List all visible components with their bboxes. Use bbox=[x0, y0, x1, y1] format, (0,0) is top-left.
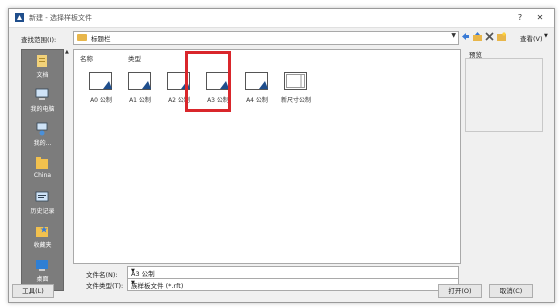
column-header-name[interactable]: 名称 bbox=[80, 53, 93, 63]
place-label: 我的... bbox=[33, 140, 52, 147]
views-chevron-down-icon[interactable]: ▼ bbox=[544, 33, 548, 39]
custom-size-template-icon bbox=[284, 72, 307, 90]
delete-icon[interactable] bbox=[485, 32, 494, 41]
place-china[interactable]: China bbox=[22, 154, 63, 192]
chevron-down-icon[interactable]: ▼ bbox=[131, 280, 456, 286]
help-button[interactable]: ? bbox=[514, 12, 526, 24]
place-label: 我的电脑 bbox=[30, 106, 55, 113]
preview-pane bbox=[465, 58, 543, 132]
tools-button[interactable]: 工具(L) bbox=[12, 284, 54, 298]
file-item[interactable]: A4 公制 bbox=[237, 69, 277, 121]
folder-icon bbox=[77, 34, 87, 41]
look-in-label: 查找范围(I): bbox=[21, 36, 57, 44]
place-label: 文档 bbox=[36, 72, 49, 79]
folder-icon bbox=[36, 157, 48, 169]
place-documents[interactable]: 文档 bbox=[22, 52, 63, 90]
file-label: 新尺寸公制 bbox=[280, 97, 311, 104]
places-bar: 文档 我的电脑 我的... China 历史记录 收藏夹 桌面 bbox=[21, 49, 64, 291]
file-label: A1 公制 bbox=[129, 97, 151, 104]
back-arrow-icon[interactable] bbox=[461, 32, 470, 41]
filename-label: 文件名(N): bbox=[86, 271, 118, 279]
cancel-button[interactable]: 取消(C) bbox=[489, 284, 533, 298]
desktop-icon bbox=[36, 260, 48, 271]
history-icon bbox=[35, 191, 49, 202]
new-folder-icon[interactable] bbox=[497, 32, 506, 41]
file-item[interactable]: A1 公制 bbox=[120, 69, 160, 121]
open-button[interactable]: 打开(O) bbox=[438, 284, 482, 298]
file-label: A0 公制 bbox=[90, 97, 112, 104]
select-template-dialog: 新建 - 选择样板文件 ? ✕ 查找范围(I): 标题栏 ▼ 查看(V) ▼ 文… bbox=[8, 8, 555, 303]
selection-highlight-box bbox=[185, 51, 231, 112]
template-file-icon bbox=[128, 72, 151, 90]
column-header-type[interactable]: 类型 bbox=[128, 53, 141, 63]
place-history[interactable]: 历史记录 bbox=[22, 188, 63, 226]
place-favorites[interactable]: 收藏夹 bbox=[22, 222, 63, 260]
favorites-folder-icon bbox=[36, 226, 48, 237]
filetype-label: 文件类型(T): bbox=[86, 282, 124, 290]
documents-icon bbox=[37, 55, 47, 67]
file-list: 名称 类型 A0 公制 A1 公制 A2 公制 A3 公制 A4 公制 新尺寸公… bbox=[73, 49, 461, 264]
window-title: 新建 - 选择样板文件 bbox=[29, 14, 92, 22]
template-file-icon bbox=[89, 72, 112, 90]
chevron-down-icon[interactable]: ▼ bbox=[451, 32, 456, 39]
place-my-network[interactable]: 我的... bbox=[22, 120, 63, 158]
template-file-icon bbox=[245, 72, 268, 90]
chevron-down-icon[interactable]: ▼ bbox=[131, 268, 456, 274]
close-button[interactable]: ✕ bbox=[534, 12, 546, 24]
title-bar: 新建 - 选择样板文件 ? ✕ bbox=[9, 9, 554, 28]
place-label: China bbox=[33, 172, 52, 179]
file-item[interactable]: A0 公制 bbox=[81, 69, 121, 121]
place-label: 收藏夹 bbox=[33, 242, 52, 249]
up-folder-icon[interactable] bbox=[473, 32, 482, 41]
look-in-value: 标题栏 bbox=[91, 35, 111, 43]
place-label: 桌面 bbox=[36, 276, 49, 283]
look-in-dropdown[interactable]: 标题栏 ▼ bbox=[73, 31, 459, 45]
file-label: A4 公制 bbox=[246, 97, 268, 104]
network-icon bbox=[36, 122, 48, 136]
computer-icon bbox=[35, 88, 49, 100]
views-menu[interactable]: 查看(V) bbox=[520, 33, 543, 43]
filetype-dropdown[interactable]: 族样板文件 (*.rft) ▼ bbox=[127, 278, 459, 291]
revit-app-icon bbox=[15, 13, 24, 22]
place-label: 历史记录 bbox=[30, 208, 55, 215]
file-item[interactable]: 新尺寸公制 bbox=[276, 69, 316, 121]
places-scroll-up-icon[interactable]: ▲ bbox=[65, 49, 72, 57]
place-my-computer[interactable]: 我的电脑 bbox=[22, 86, 63, 124]
